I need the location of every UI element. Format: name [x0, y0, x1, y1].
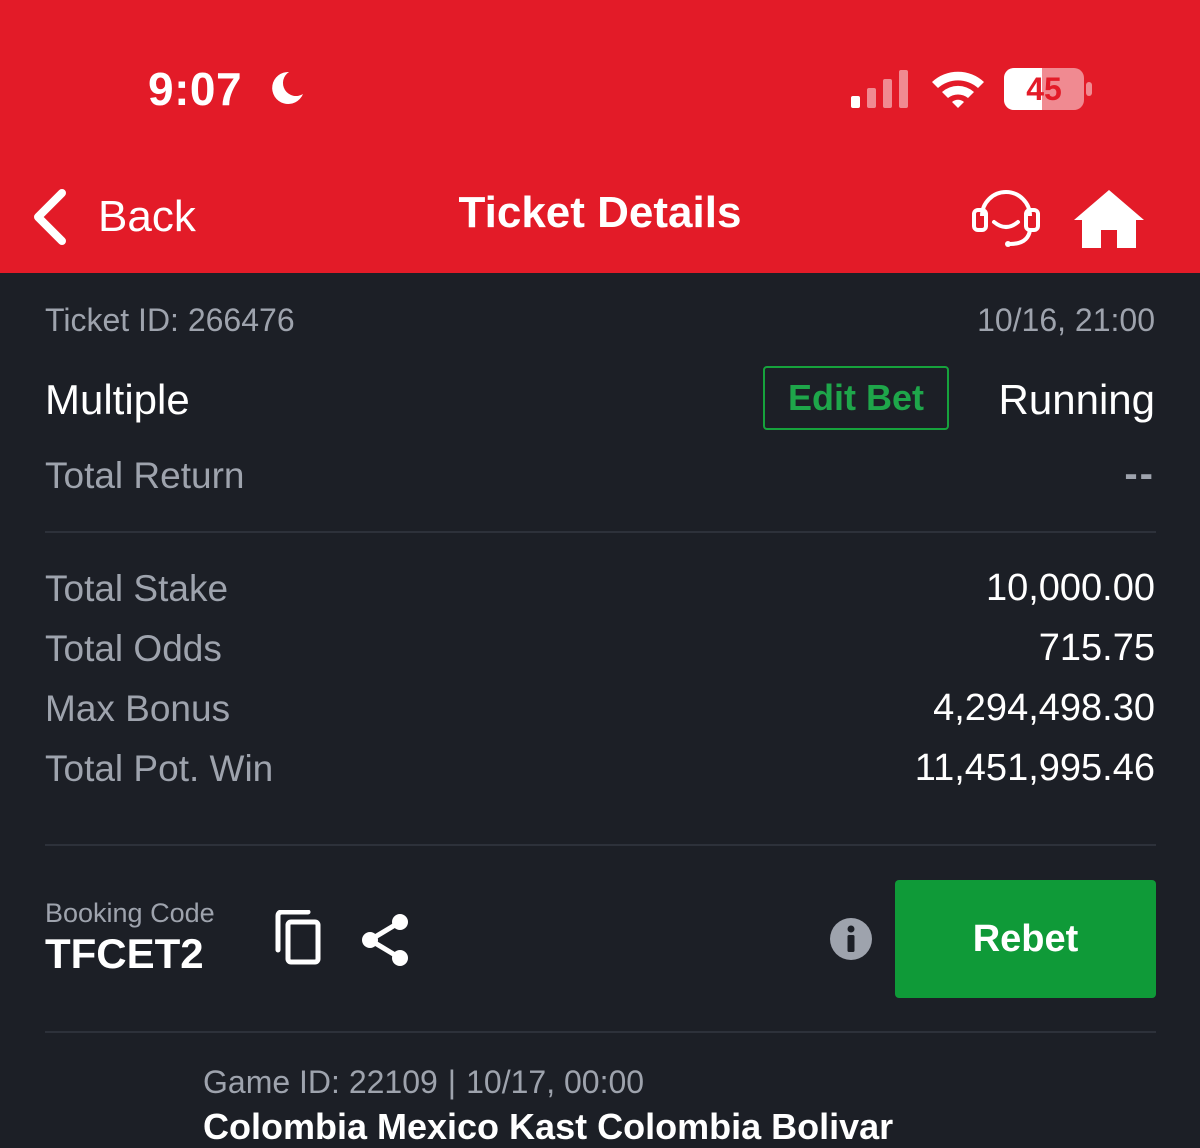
stat-value-total-odds: 715.75 — [1038, 627, 1155, 669]
rebet-button[interactable]: Rebet — [895, 880, 1156, 998]
total-return-value: -- — [1124, 452, 1155, 496]
game-info: Game ID: 22109 | 10/17, 00:00 — [203, 1064, 644, 1101]
booking-code: TFCET2 — [45, 930, 204, 977]
ticket-date: 10/16, 21:00 — [977, 302, 1155, 338]
signal-icon — [851, 70, 908, 108]
total-return-label: Total Return — [45, 455, 245, 496]
stat-value-total-pot-win: 11,451,995.46 — [914, 747, 1155, 789]
booking-code-label: Booking Code — [45, 898, 215, 928]
stat-label-max-bonus: Max Bonus — [45, 688, 231, 729]
stat-label-total-pot-win: Total Pot. Win — [45, 748, 274, 789]
stat-label-total-stake: Total Stake — [45, 568, 229, 609]
back-label: Back — [98, 192, 196, 241]
edit-bet-button[interactable]: Edit Bet — [763, 366, 949, 430]
status-bar: 9:07 45 — [0, 0, 1200, 170]
battery-level: 45 — [1026, 71, 1062, 107]
stat-value-total-stake: 10,000.00 — [985, 567, 1155, 609]
match-title: Colombia Mexico Kast Colombia Bolivar — [203, 1106, 894, 1147]
game-date: 10/17, 00:00 — [466, 1064, 645, 1100]
game-id: Game ID: 22109 — [203, 1064, 438, 1100]
divider — [45, 844, 1156, 846]
copy-icon[interactable] — [272, 910, 324, 966]
moon-icon — [272, 71, 303, 104]
ticket-id: Ticket ID: 266476 — [45, 302, 295, 338]
chevron-left-icon — [34, 189, 66, 245]
wifi-icon — [932, 71, 984, 108]
home-icon[interactable] — [1072, 188, 1146, 248]
divider — [45, 1031, 1156, 1033]
bet-type: Multiple — [45, 376, 190, 423]
status-time: 9:07 — [148, 63, 243, 115]
app-header: 9:07 45 Back Ticket Details — [0, 0, 1200, 273]
divider — [45, 531, 1156, 533]
nav-bar: Back Ticket Details — [0, 170, 1200, 273]
share-icon[interactable] — [360, 912, 412, 968]
stat-value-max-bonus: 4,294,498.30 — [933, 687, 1155, 729]
back-button[interactable]: Back — [30, 182, 196, 252]
ticket-status: Running — [998, 376, 1155, 423]
game-separator: | — [447, 1064, 457, 1100]
page-title: Ticket Details — [458, 188, 742, 237]
headset-icon[interactable] — [970, 182, 1042, 248]
info-icon[interactable] — [830, 918, 872, 960]
stat-label-total-odds: Total Odds — [45, 628, 222, 669]
